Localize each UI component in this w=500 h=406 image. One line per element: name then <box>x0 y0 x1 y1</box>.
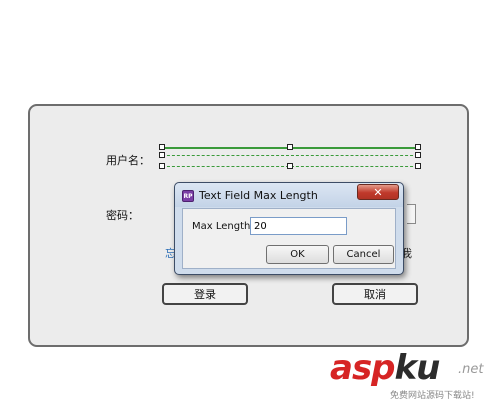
resize-handle-top-left[interactable] <box>159 144 165 150</box>
watermark-tld: .net <box>458 362 484 377</box>
dialog-title: Text Field Max Length <box>199 189 318 202</box>
watermark-brand-dark: ku <box>394 348 441 388</box>
max-length-dialog: RP Text Field Max Length ✕ Max Length OK… <box>174 182 404 275</box>
ok-button[interactable]: OK <box>266 245 329 264</box>
resize-handle-middle-right[interactable] <box>415 152 421 158</box>
username-label: 用户名： <box>106 154 150 167</box>
resize-handle-middle-left[interactable] <box>159 152 165 158</box>
resize-handle-bottom-left[interactable] <box>159 163 165 169</box>
selection-mid-guide <box>162 155 418 156</box>
axure-rp-icon: RP <box>182 190 194 202</box>
password-field-edge[interactable] <box>407 204 416 224</box>
max-length-input[interactable] <box>250 217 347 235</box>
screenshot-stage: 用户名： 密码： 忘 我 登录 取消 RP Text Field Max Len… <box>0 0 500 406</box>
password-label: 密码： <box>106 209 139 222</box>
resize-handle-bottom-center[interactable] <box>287 163 293 169</box>
watermark-logo: aspku <box>330 348 441 388</box>
dialog-body: Max Length OK Cancel <box>182 208 396 269</box>
dialog-cancel-button[interactable]: Cancel <box>333 245 394 264</box>
resize-handle-top-center[interactable] <box>287 144 293 150</box>
watermark: aspku .net 免费网站源码下载站! <box>330 348 500 406</box>
login-button[interactable]: 登录 <box>162 283 248 305</box>
cancel-button[interactable]: 取消 <box>332 283 418 305</box>
watermark-subtitle: 免费网站源码下载站! <box>390 391 475 401</box>
dialog-titlebar[interactable]: RP Text Field Max Length ✕ <box>175 183 403 207</box>
close-icon[interactable]: ✕ <box>357 184 399 200</box>
username-field-selected[interactable] <box>159 144 421 169</box>
resize-handle-top-right[interactable] <box>415 144 421 150</box>
resize-handle-bottom-right[interactable] <box>415 163 421 169</box>
watermark-brand-red: asp <box>330 348 396 388</box>
max-length-label: Max Length <box>192 221 251 232</box>
